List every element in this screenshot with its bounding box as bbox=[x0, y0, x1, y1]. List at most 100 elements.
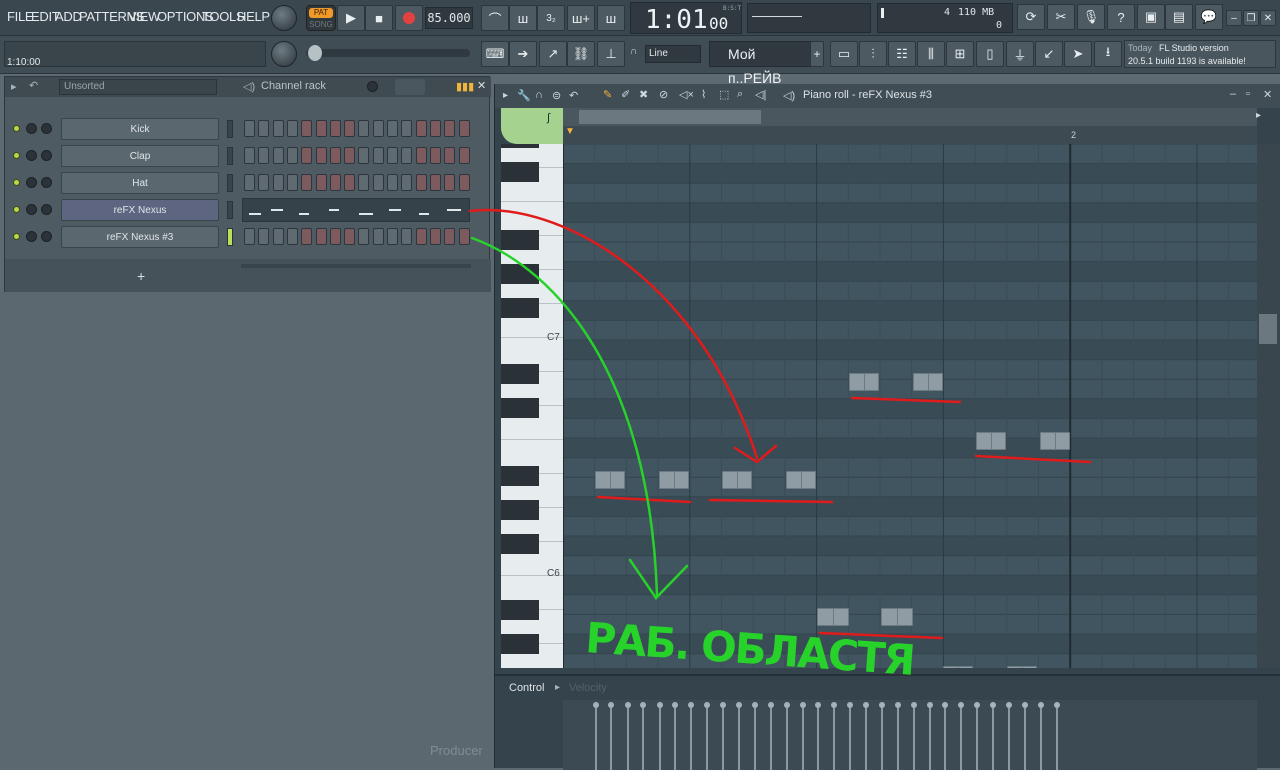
step-button[interactable] bbox=[258, 174, 270, 191]
note[interactable] bbox=[1040, 432, 1070, 450]
close-app-button[interactable]: ✕ bbox=[1260, 10, 1276, 26]
black-key[interactable] bbox=[501, 634, 539, 654]
project-button[interactable]: ▯ bbox=[976, 41, 1004, 67]
note[interactable] bbox=[786, 471, 816, 489]
note[interactable] bbox=[913, 373, 943, 391]
step-button[interactable] bbox=[401, 147, 413, 164]
magnet-snap-icon[interactable]: ∩ bbox=[535, 89, 543, 101]
wait-input-button[interactable]: ш bbox=[509, 5, 537, 31]
step-button[interactable] bbox=[372, 147, 384, 164]
step-button[interactable] bbox=[458, 120, 470, 137]
step-button[interactable] bbox=[286, 228, 298, 245]
velocity-bar[interactable] bbox=[942, 702, 948, 770]
channel-button[interactable]: Clap bbox=[61, 145, 219, 167]
channel-volume-knob[interactable] bbox=[41, 177, 52, 188]
pat-song-switch[interactable]: PAT SONG bbox=[306, 5, 336, 31]
piano-keyboard[interactable]: C7 C6 bbox=[501, 144, 563, 668]
step-button[interactable] bbox=[401, 174, 413, 191]
tempo-display[interactable]: 85.000 bbox=[425, 7, 473, 29]
channel-led[interactable] bbox=[13, 206, 20, 213]
velocity-bar[interactable] bbox=[847, 702, 853, 770]
channel-select-indicator[interactable] bbox=[227, 201, 233, 219]
channel-led[interactable] bbox=[13, 125, 20, 132]
step-button[interactable] bbox=[358, 228, 370, 245]
channel-piano-roll-preview[interactable] bbox=[242, 198, 470, 222]
channel-pan-knob[interactable] bbox=[26, 231, 37, 242]
velocity-bar[interactable] bbox=[625, 702, 631, 770]
step-button[interactable] bbox=[344, 228, 356, 245]
step-button[interactable] bbox=[458, 228, 470, 245]
mute-icon[interactable]: ◁× bbox=[679, 88, 694, 101]
velocity-bar[interactable] bbox=[879, 702, 885, 770]
time-display[interactable]: 1:01 00 B:S:T bbox=[630, 2, 742, 35]
menu-file[interactable]: FILE bbox=[7, 9, 34, 24]
pr-vertical-scrollbar[interactable] bbox=[1257, 144, 1280, 668]
step-button[interactable] bbox=[315, 120, 327, 137]
channel-button[interactable]: Kick bbox=[61, 118, 219, 140]
step-button[interactable] bbox=[329, 228, 341, 245]
step-button[interactable] bbox=[301, 228, 313, 245]
step-button[interactable] bbox=[444, 174, 456, 191]
minimize-button[interactable]: – bbox=[1226, 10, 1242, 26]
channel-pan-knob[interactable] bbox=[26, 204, 37, 215]
typing-keyboard-button[interactable]: ⌨ bbox=[481, 41, 509, 67]
step-button[interactable] bbox=[444, 120, 456, 137]
step-button[interactable] bbox=[387, 147, 398, 164]
control-dropdown-icon[interactable]: ▸ bbox=[555, 682, 560, 693]
paint-icon[interactable]: ✐ bbox=[621, 88, 630, 101]
stop-button[interactable]: ■ bbox=[365, 5, 393, 31]
velocity-bar[interactable] bbox=[800, 702, 806, 770]
step-button[interactable] bbox=[329, 120, 341, 137]
channel-select-indicator[interactable] bbox=[227, 174, 233, 192]
velocity-bar[interactable] bbox=[640, 702, 646, 770]
step-button[interactable] bbox=[329, 174, 341, 191]
pr-vscroll-thumb[interactable] bbox=[1259, 314, 1277, 344]
velocity-bar[interactable] bbox=[815, 702, 821, 770]
velocity-bar[interactable] bbox=[974, 702, 980, 770]
zoom-icon[interactable]: ⌕ bbox=[737, 88, 743, 101]
export-button[interactable]: ▤ bbox=[1165, 4, 1193, 30]
step-button[interactable] bbox=[401, 228, 413, 245]
velocity-bar[interactable] bbox=[1022, 702, 1028, 770]
channel-pan-knob[interactable] bbox=[26, 123, 37, 134]
velocity-bar[interactable] bbox=[1038, 702, 1044, 770]
channel-pan-knob[interactable] bbox=[26, 150, 37, 161]
menu-help[interactable]: HELP bbox=[237, 9, 270, 24]
step-button[interactable] bbox=[387, 228, 398, 245]
step-button[interactable] bbox=[387, 120, 398, 137]
step-button[interactable] bbox=[429, 174, 441, 191]
help-button[interactable]: ? bbox=[1107, 4, 1135, 30]
channel-volume-knob[interactable] bbox=[41, 204, 52, 215]
news-panel[interactable]: Today FL Studio version 20.5.1 build 119… bbox=[1124, 40, 1276, 68]
step-button[interactable] bbox=[286, 174, 298, 191]
channel-volume-knob[interactable] bbox=[41, 123, 52, 134]
pr-maximize-icon[interactable]: ▫ bbox=[1246, 88, 1250, 100]
note[interactable] bbox=[659, 471, 689, 489]
step-button[interactable] bbox=[358, 120, 370, 137]
black-key[interactable] bbox=[501, 264, 539, 284]
step-button[interactable] bbox=[415, 147, 427, 164]
pr-menu-arrow-icon[interactable]: ▸ bbox=[503, 90, 508, 101]
step-button[interactable] bbox=[286, 147, 298, 164]
black-key[interactable] bbox=[501, 364, 539, 384]
channel-volume-knob[interactable] bbox=[41, 150, 52, 161]
step-button[interactable] bbox=[272, 228, 284, 245]
channel-led[interactable] bbox=[13, 152, 20, 159]
step-button[interactable] bbox=[258, 120, 270, 137]
channel-select-indicator[interactable] bbox=[227, 120, 233, 138]
step-button[interactable] bbox=[258, 147, 270, 164]
step-button[interactable] bbox=[244, 174, 255, 191]
pr-scroll-thumb[interactable] bbox=[579, 110, 761, 124]
mic-button[interactable]: 🎙 bbox=[1077, 4, 1105, 30]
step-button[interactable] bbox=[272, 174, 284, 191]
add-channel-button[interactable]: + bbox=[137, 268, 145, 284]
pr-minimize-icon[interactable]: – bbox=[1230, 88, 1236, 100]
step-button[interactable] bbox=[315, 228, 327, 245]
black-key[interactable] bbox=[501, 500, 539, 520]
menu-add[interactable]: ADD bbox=[55, 9, 82, 24]
velocity-bar[interactable] bbox=[990, 702, 996, 770]
rack-filter-select[interactable]: Unsorted bbox=[59, 79, 217, 95]
black-key[interactable] bbox=[501, 144, 539, 148]
restore-button[interactable]: ❐ bbox=[1243, 10, 1259, 26]
black-key[interactable] bbox=[501, 230, 539, 250]
